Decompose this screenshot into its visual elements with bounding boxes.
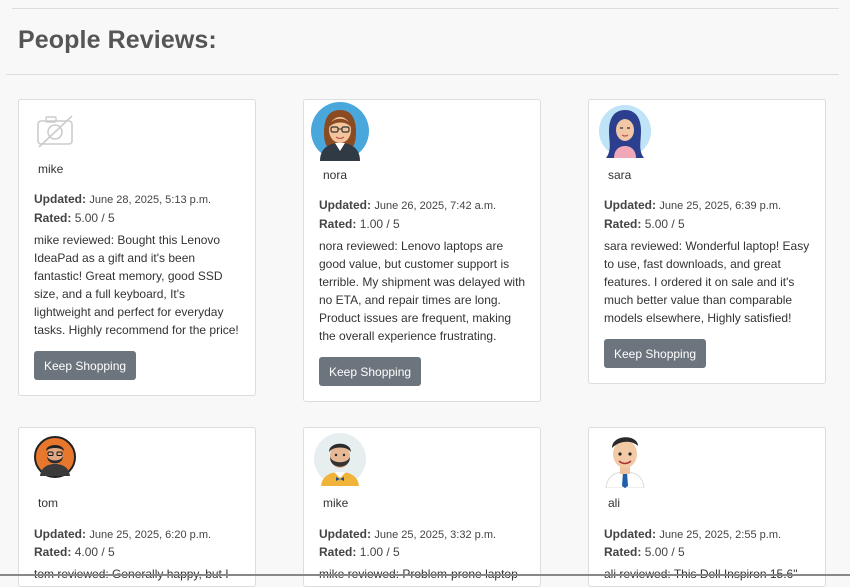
updated-line: Updated: June 25, 2025, 2:55 p.m. (604, 527, 782, 541)
man-beard-avatar (34, 436, 76, 478)
no-photo-icon (35, 112, 75, 150)
man-tie-avatar (602, 430, 648, 489)
reviewer-name: nora (323, 168, 348, 182)
rating-line: Rated: 5.00 / 5 (34, 211, 115, 225)
review-card: mike Updated: June 28, 2025, 5:13 p.m. R… (18, 99, 256, 396)
man-bowtie-avatar (313, 432, 367, 486)
rating-line: Rated: 1.00 / 5 (319, 545, 400, 559)
top-divider (12, 8, 839, 9)
updated-line: Updated: June 25, 2025, 3:32 p.m. (319, 527, 497, 541)
review-card: sara Updated: June 25, 2025, 6:39 p.m. R… (588, 99, 826, 384)
keep-shopping-button[interactable]: Keep Shopping (604, 339, 707, 368)
rating-line: Rated: 4.00 / 5 (34, 545, 115, 559)
updated-line: Updated: June 25, 2025, 6:39 p.m. (604, 198, 782, 212)
reviewer-name: ali (608, 496, 621, 510)
rating-line: Rated: 5.00 / 5 (604, 217, 685, 231)
review-text: sara reviewed: Wonderful laptop! Easy to… (604, 239, 810, 325)
rating-line: Rated: 5.00 / 5 (604, 545, 685, 559)
page-title: People Reviews: (18, 26, 217, 54)
reviewer-name: sara (608, 168, 632, 182)
reviewer-name: mike (323, 496, 349, 510)
review-card: nora Updated: June 26, 2025, 7:42 a.m. R… (303, 99, 541, 402)
updated-line: Updated: June 26, 2025, 7:42 a.m. (319, 198, 497, 212)
review-card: mike Updated: June 25, 2025, 3:32 p.m. R… (303, 427, 541, 587)
reviewer-name: mike (38, 162, 64, 176)
review-card: ali Updated: June 25, 2025, 2:55 p.m. Ra… (588, 427, 826, 587)
reviewer-name: tom (38, 496, 59, 510)
title-divider (6, 74, 839, 75)
review-text: mike reviewed: Bought this Lenovo IdeaPa… (34, 233, 239, 337)
woman-hijab-avatar (598, 104, 652, 158)
review-text: nora reviewed: Lenovo laptops are good v… (319, 239, 526, 343)
keep-shopping-button[interactable]: Keep Shopping (319, 357, 422, 386)
keep-shopping-button[interactable]: Keep Shopping (34, 351, 137, 380)
updated-line: Updated: June 25, 2025, 6:20 p.m. (34, 527, 212, 541)
woman-glasses-avatar (310, 101, 370, 161)
review-card: tom Updated: June 25, 2025, 6:20 p.m. Ra… (18, 427, 256, 587)
updated-line: Updated: June 28, 2025, 5:13 p.m. (34, 192, 212, 206)
rating-line: Rated: 1.00 / 5 (319, 217, 400, 231)
